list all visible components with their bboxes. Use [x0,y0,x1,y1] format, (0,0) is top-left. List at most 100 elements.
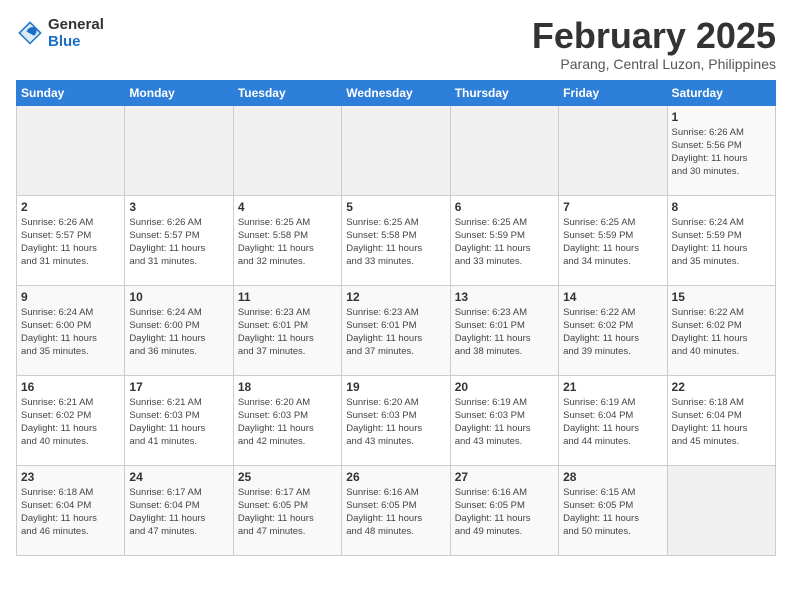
calendar-cell: 19 Sunrise: 6:20 AM Sunset: 6:03 PM Dayli… [342,375,450,465]
calendar-cell: 9 Sunrise: 6:24 AM Sunset: 6:00 PM Daylig… [17,285,125,375]
day-number: 6 [455,200,554,214]
day-info: Sunrise: 6:26 AM Sunset: 5:57 PM Dayligh… [129,216,228,269]
day-number: 18 [238,380,337,394]
day-info: Sunrise: 6:23 AM Sunset: 6:01 PM Dayligh… [238,306,337,359]
logo-text: General Blue [48,16,104,51]
day-info: Sunrise: 6:22 AM Sunset: 6:02 PM Dayligh… [672,306,771,359]
day-number: 10 [129,290,228,304]
day-number: 17 [129,380,228,394]
calendar-cell: 18 Sunrise: 6:20 AM Sunset: 6:03 PM Dayli… [233,375,341,465]
location-subtitle: Parang, Central Luzon, Philippines [532,56,776,72]
day-number: 5 [346,200,445,214]
calendar-cell: 3 Sunrise: 6:26 AM Sunset: 5:57 PM Daylig… [125,195,233,285]
calendar-week-row: 1Sunrise: 6:26 AM Sunset: 5:56 PM Daylig… [17,105,776,195]
day-number: 3 [129,200,228,214]
calendar-table: SundayMondayTuesdayWednesdayThursdayFrid… [16,80,776,556]
calendar-cell: 24 Sunrise: 6:17 AM Sunset: 6:04 PM Dayli… [125,465,233,555]
day-number: 24 [129,470,228,484]
column-header-wednesday: Wednesday [342,80,450,105]
calendar-cell: 5Sunrise: 6:25 AM Sunset: 5:58 PM Daylig… [342,195,450,285]
day-info: Sunrise: 6:24 AM Sunset: 6:00 PM Dayligh… [21,306,120,359]
calendar-cell: 2 Sunrise: 6:26 AM Sunset: 5:57 PM Daylig… [17,195,125,285]
calendar-cell: 27 Sunrise: 6:16 AM Sunset: 6:05 PM Dayli… [450,465,558,555]
logo-icon [16,19,44,47]
calendar-cell: 14 Sunrise: 6:22 AM Sunset: 6:02 PM Dayli… [559,285,667,375]
calendar-cell: 7 Sunrise: 6:25 AM Sunset: 5:59 PM Daylig… [559,195,667,285]
day-number: 12 [346,290,445,304]
logo-blue: Blue [48,33,81,50]
calendar-cell: 13Sunrise: 6:23 AM Sunset: 6:01 PM Dayli… [450,285,558,375]
calendar-cell: 23 Sunrise: 6:18 AM Sunset: 6:04 PM Dayli… [17,465,125,555]
page-header: General Blue February 2025 Parang, Centr… [16,16,776,72]
day-number: 22 [672,380,771,394]
day-info: Sunrise: 6:23 AM Sunset: 6:01 PM Dayligh… [346,306,445,359]
day-number: 26 [346,470,445,484]
calendar-header-row: SundayMondayTuesdayWednesdayThursdayFrid… [17,80,776,105]
day-number: 14 [563,290,662,304]
day-number: 28 [563,470,662,484]
calendar-cell: 22 Sunrise: 6:18 AM Sunset: 6:04 PM Dayli… [667,375,775,465]
day-info: Sunrise: 6:22 AM Sunset: 6:02 PM Dayligh… [563,306,662,359]
calendar-week-row: 2 Sunrise: 6:26 AM Sunset: 5:57 PM Daylig… [17,195,776,285]
day-number: 19 [346,380,445,394]
calendar-week-row: 23 Sunrise: 6:18 AM Sunset: 6:04 PM Dayli… [17,465,776,555]
day-info: Sunrise: 6:17 AM Sunset: 6:05 PM Dayligh… [238,486,337,539]
day-number: 23 [21,470,120,484]
calendar-cell: 25Sunrise: 6:17 AM Sunset: 6:05 PM Dayli… [233,465,341,555]
day-number: 16 [21,380,120,394]
calendar-cell [17,105,125,195]
calendar-cell [559,105,667,195]
day-number: 7 [563,200,662,214]
title-block: February 2025 Parang, Central Luzon, Phi… [532,16,776,72]
day-number: 8 [672,200,771,214]
column-header-tuesday: Tuesday [233,80,341,105]
calendar-week-row: 9 Sunrise: 6:24 AM Sunset: 6:00 PM Daylig… [17,285,776,375]
day-info: Sunrise: 6:21 AM Sunset: 6:02 PM Dayligh… [21,396,120,449]
calendar-cell: 26Sunrise: 6:16 AM Sunset: 6:05 PM Dayli… [342,465,450,555]
column-header-monday: Monday [125,80,233,105]
logo-general: General [48,16,104,33]
calendar-cell: 16 Sunrise: 6:21 AM Sunset: 6:02 PM Dayli… [17,375,125,465]
day-info: Sunrise: 6:16 AM Sunset: 6:05 PM Dayligh… [455,486,554,539]
calendar-cell [125,105,233,195]
calendar-cell: 12 Sunrise: 6:23 AM Sunset: 6:01 PM Dayli… [342,285,450,375]
calendar-cell [667,465,775,555]
calendar-cell: 28 Sunrise: 6:15 AM Sunset: 6:05 PM Dayli… [559,465,667,555]
day-info: Sunrise: 6:18 AM Sunset: 6:04 PM Dayligh… [672,396,771,449]
day-number: 20 [455,380,554,394]
calendar-cell: 15 Sunrise: 6:22 AM Sunset: 6:02 PM Dayli… [667,285,775,375]
calendar-cell: 11 Sunrise: 6:23 AM Sunset: 6:01 PM Dayli… [233,285,341,375]
calendar-week-row: 16 Sunrise: 6:21 AM Sunset: 6:02 PM Dayli… [17,375,776,465]
day-info: Sunrise: 6:19 AM Sunset: 6:03 PM Dayligh… [455,396,554,449]
day-number: 1 [672,110,771,124]
calendar-cell: 21 Sunrise: 6:19 AM Sunset: 6:04 PM Dayli… [559,375,667,465]
day-number: 9 [21,290,120,304]
calendar-cell: 8 Sunrise: 6:24 AM Sunset: 5:59 PM Daylig… [667,195,775,285]
calendar-cell: 1Sunrise: 6:26 AM Sunset: 5:56 PM Daylig… [667,105,775,195]
day-info: Sunrise: 6:26 AM Sunset: 5:57 PM Dayligh… [21,216,120,269]
day-info: Sunrise: 6:15 AM Sunset: 6:05 PM Dayligh… [563,486,662,539]
day-info: Sunrise: 6:17 AM Sunset: 6:04 PM Dayligh… [129,486,228,539]
calendar-cell [450,105,558,195]
calendar-cell: 20 Sunrise: 6:19 AM Sunset: 6:03 PM Dayli… [450,375,558,465]
day-info: Sunrise: 6:24 AM Sunset: 5:59 PM Dayligh… [672,216,771,269]
day-info: Sunrise: 6:24 AM Sunset: 6:00 PM Dayligh… [129,306,228,359]
day-info: Sunrise: 6:19 AM Sunset: 6:04 PM Dayligh… [563,396,662,449]
calendar-cell: 10 Sunrise: 6:24 AM Sunset: 6:00 PM Dayli… [125,285,233,375]
day-info: Sunrise: 6:20 AM Sunset: 6:03 PM Dayligh… [346,396,445,449]
day-info: Sunrise: 6:25 AM Sunset: 5:59 PM Dayligh… [563,216,662,269]
column-header-friday: Friday [559,80,667,105]
calendar-cell: 6Sunrise: 6:25 AM Sunset: 5:59 PM Daylig… [450,195,558,285]
calendar-cell [342,105,450,195]
day-number: 21 [563,380,662,394]
day-number: 11 [238,290,337,304]
day-number: 27 [455,470,554,484]
day-info: Sunrise: 6:25 AM Sunset: 5:58 PM Dayligh… [238,216,337,269]
day-info: Sunrise: 6:23 AM Sunset: 6:01 PM Dayligh… [455,306,554,359]
day-info: Sunrise: 6:18 AM Sunset: 6:04 PM Dayligh… [21,486,120,539]
day-info: Sunrise: 6:20 AM Sunset: 6:03 PM Dayligh… [238,396,337,449]
day-number: 2 [21,200,120,214]
day-info: Sunrise: 6:21 AM Sunset: 6:03 PM Dayligh… [129,396,228,449]
logo: General Blue [16,16,104,51]
day-number: 15 [672,290,771,304]
